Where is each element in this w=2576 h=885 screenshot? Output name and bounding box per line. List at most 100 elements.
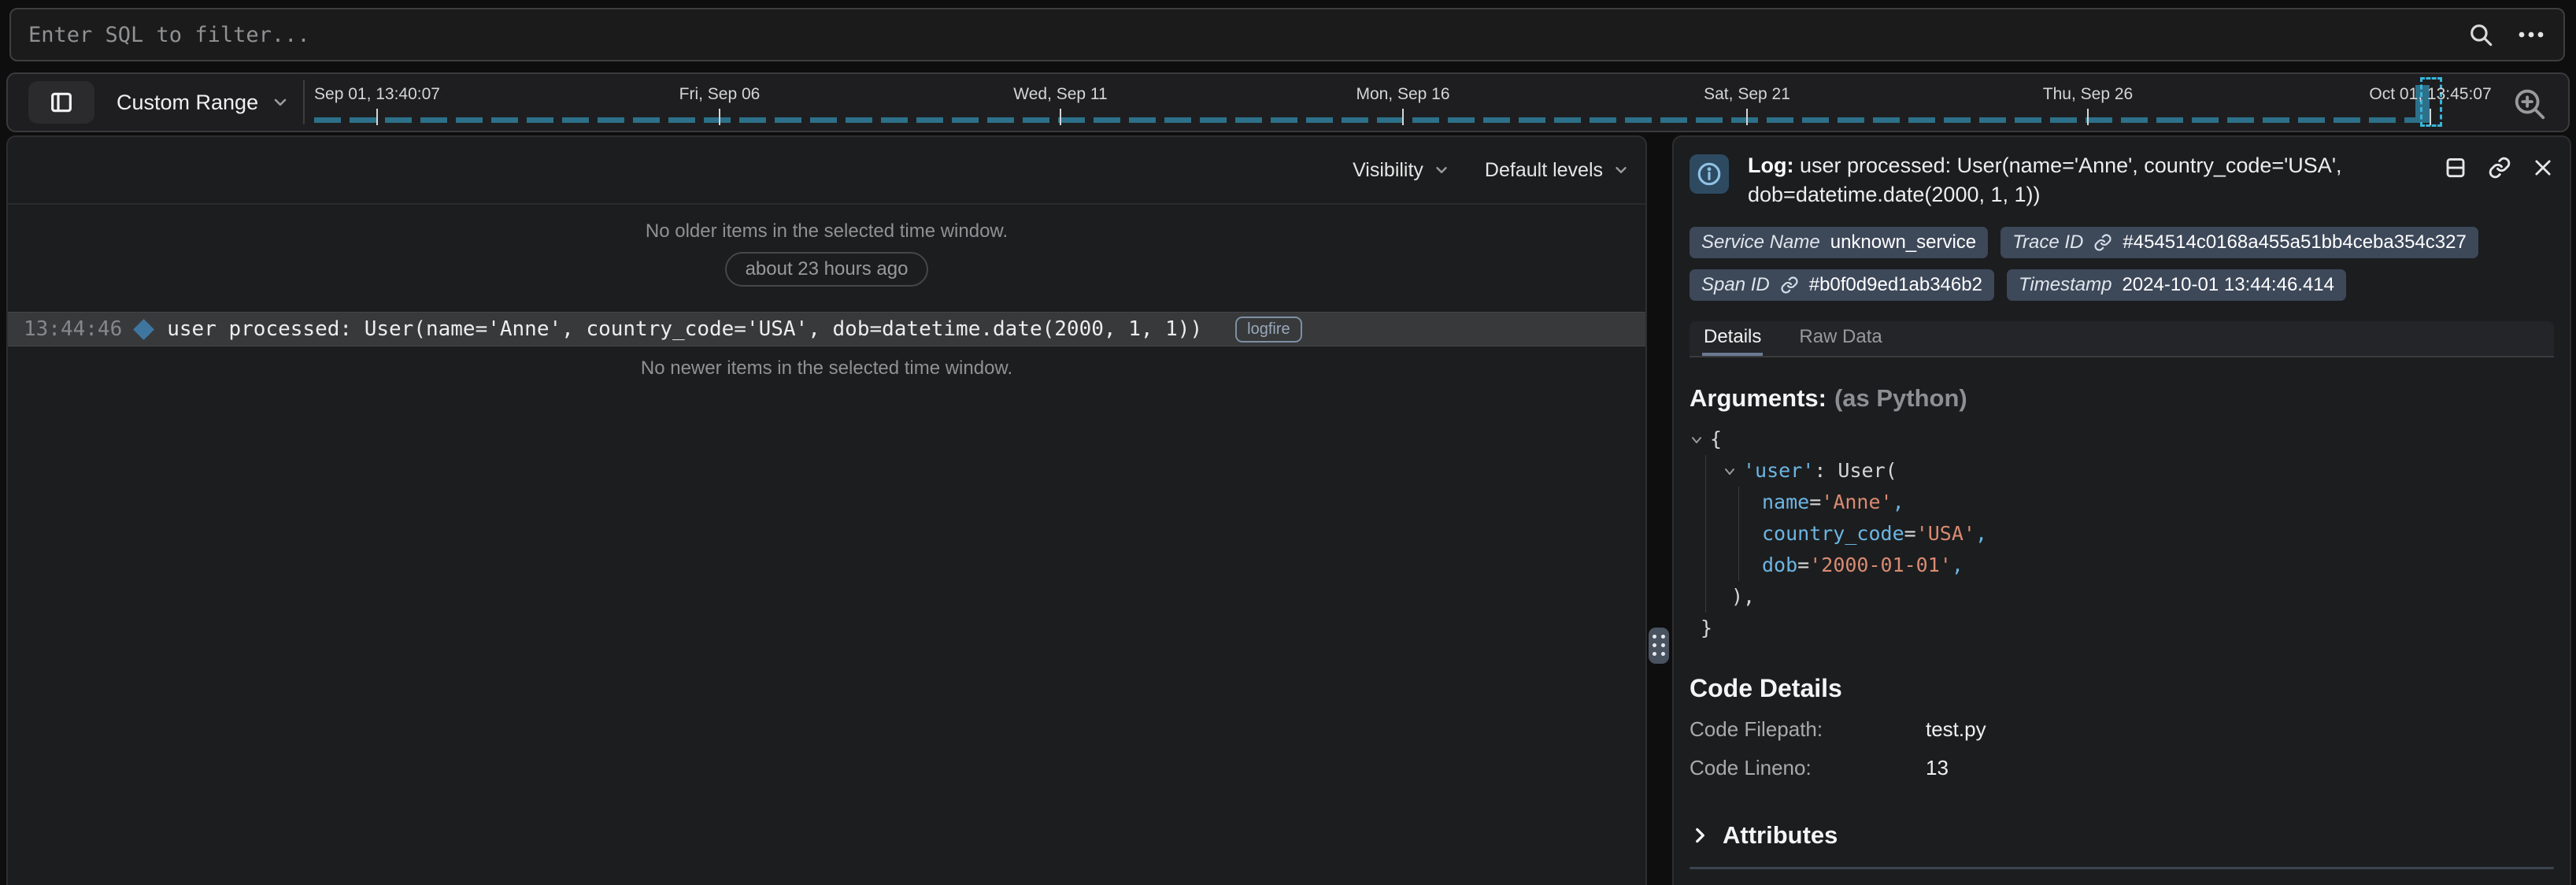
details-title-text: user processed: User(name='Anne', countr… bbox=[1748, 154, 2341, 206]
code-token: User( bbox=[1838, 459, 1897, 482]
timeline-tick-label: Sep 01, 13:40:07 bbox=[314, 85, 440, 104]
code-line: name='Anne', bbox=[1690, 487, 2554, 518]
code-token: } bbox=[1701, 617, 1712, 639]
tab-details[interactable]: Details bbox=[1702, 321, 1763, 356]
timeline-tick-mark bbox=[1060, 109, 1061, 125]
code-token: = bbox=[1904, 522, 1916, 545]
timeline-tick-label: Mon, Sep 16 bbox=[1356, 85, 1449, 104]
time-ago-badge[interactable]: about 23 hours ago bbox=[725, 252, 929, 287]
log-row-tag[interactable]: logfire bbox=[1235, 317, 1301, 343]
code-token: = bbox=[1797, 554, 1809, 576]
info-icon bbox=[1690, 154, 1729, 194]
sql-filter-placeholder: Enter SQL to filter... bbox=[28, 23, 2467, 47]
close-icon[interactable] bbox=[2532, 157, 2554, 179]
tab-raw-data[interactable]: Raw Data bbox=[1797, 321, 1883, 356]
panel-resize-handle[interactable] bbox=[1649, 628, 1669, 664]
code-line: country_code='USA', bbox=[1690, 518, 2554, 550]
no-newer-items-text: No newer items in the selected time wind… bbox=[8, 357, 1645, 380]
chevron-right-icon bbox=[1690, 825, 1710, 846]
code-token: 'USA' bbox=[1916, 522, 1975, 545]
log-list-header: Visibility Default levels bbox=[8, 137, 1645, 205]
code-token: 'Anne' bbox=[1821, 491, 1892, 513]
timeline-tick-mark bbox=[2087, 109, 2089, 125]
timeline-tick-label: Wed, Sep 11 bbox=[1013, 85, 1107, 104]
log-row[interactable]: 13:44:46 user processed: User(name='Anne… bbox=[8, 312, 1645, 346]
code-token: name bbox=[1762, 491, 1809, 513]
timeline-tick-mark bbox=[1746, 109, 1748, 125]
code-token: : bbox=[1814, 459, 1838, 482]
attributes-section-toggle[interactable]: Attributes bbox=[1690, 821, 1838, 850]
code-details-rows: Code Filepath: test.py Code Lineno: 13 bbox=[1690, 717, 2554, 780]
meta-badge-label: Span ID bbox=[1701, 274, 1770, 296]
expand-rows-icon[interactable] bbox=[2444, 156, 2467, 180]
log-level-diamond-icon bbox=[133, 319, 154, 340]
code-token: '2000-01-01' bbox=[1809, 554, 1952, 576]
link-icon bbox=[2093, 233, 2112, 252]
log-list-panel: Visibility Default levels No older items… bbox=[6, 135, 1647, 885]
meta-badge-value: 2024-10-01 13:44:46.414 bbox=[2122, 274, 2334, 296]
code-token: { bbox=[1710, 428, 1722, 450]
arguments-heading-text: Arguments: bbox=[1690, 384, 1827, 412]
code-token: , bbox=[1975, 522, 1987, 545]
meta-badge-label: Trace ID bbox=[2012, 231, 2083, 254]
log-row-time: 13:44:46 bbox=[24, 317, 122, 341]
meta-badge[interactable]: Trace ID #454514c0168a455a51bb4ceba354c3… bbox=[2000, 227, 2478, 258]
arguments-qualifier: (as Python) bbox=[1834, 384, 1967, 412]
code-line: ), bbox=[1690, 581, 2554, 613]
search-icon[interactable] bbox=[2467, 21, 2494, 48]
details-tabs: Details Raw Data bbox=[1690, 321, 2554, 357]
default-levels-dropdown[interactable]: Default levels bbox=[1485, 159, 1630, 182]
code-token: ), bbox=[1731, 585, 1755, 608]
code-line: 'user': User( bbox=[1690, 455, 2554, 487]
meta-badge[interactable]: Span ID #b0f0d9ed1ab346b2 bbox=[1690, 269, 1994, 301]
meta-badge[interactable]: Service Name unknown_service bbox=[1690, 227, 1988, 258]
timeline-tick-label: Thu, Sep 26 bbox=[2043, 85, 2133, 104]
code-token: country_code bbox=[1762, 522, 1904, 545]
permalink-icon[interactable] bbox=[2488, 156, 2511, 180]
timeline-tick-label: Sat, Sep 21 bbox=[1704, 85, 1790, 104]
collapse-toggle-icon[interactable] bbox=[1690, 424, 1710, 456]
code-token: , bbox=[1952, 554, 1963, 576]
link-icon bbox=[1780, 276, 1799, 294]
code-details-heading: Code Details bbox=[1690, 674, 2554, 703]
timeline-axis[interactable]: Sep 01, 13:40:07 Fri, Sep 06 Wed, Sep 11… bbox=[8, 74, 2568, 131]
zoom-in-button[interactable] bbox=[2511, 85, 2549, 123]
meta-badge-label: Timestamp bbox=[2019, 274, 2112, 296]
timeline-tick-mark bbox=[719, 109, 720, 125]
no-older-items-text: No older items in the selected time wind… bbox=[8, 220, 1645, 243]
visibility-dropdown[interactable]: Visibility bbox=[1353, 159, 1450, 182]
code-line: } bbox=[1690, 613, 2554, 644]
section-divider bbox=[1690, 867, 2554, 869]
timeline-tick-mark bbox=[1402, 109, 1404, 125]
timeline-bar: Custom Range Sep 01, 13:40:07 Fri, Sep 0… bbox=[6, 72, 2570, 132]
code-detail-value: 13 bbox=[1926, 756, 1949, 780]
meta-badge-value: #454514c0168a455a51bb4ceba354c327 bbox=[2123, 231, 2466, 254]
code-detail-row: Code Lineno: 13 bbox=[1690, 756, 2554, 780]
timeline-tick-label: Fri, Sep 06 bbox=[679, 85, 761, 104]
collapse-toggle-icon[interactable] bbox=[1723, 456, 1743, 487]
timeline-tick-mark bbox=[376, 109, 378, 125]
code-token: = bbox=[1809, 491, 1821, 513]
code-token: dob bbox=[1762, 554, 1797, 576]
meta-badge-value: unknown_service bbox=[1830, 231, 1976, 254]
code-detail-row: Code Filepath: test.py bbox=[1690, 717, 2554, 742]
code-detail-value: test.py bbox=[1926, 717, 1986, 742]
timeline-histogram-baseline bbox=[314, 117, 2418, 123]
code-token: , bbox=[1893, 491, 1904, 513]
details-header: Log: user processed: User(name='Anne', c… bbox=[1690, 151, 2554, 209]
arguments-heading: Arguments:(as Python) bbox=[1690, 384, 2554, 413]
arguments-code: {'user': User(name='Anne',country_code='… bbox=[1690, 424, 2554, 644]
default-levels-label: Default levels bbox=[1485, 159, 1603, 182]
code-detail-label: Code Filepath: bbox=[1690, 717, 1926, 742]
chevron-down-icon bbox=[1433, 161, 1450, 179]
meta-badge-label: Service Name bbox=[1701, 231, 1820, 254]
log-row-message: user processed: User(name='Anne', countr… bbox=[167, 317, 1202, 341]
code-detail-label: Code Lineno: bbox=[1690, 756, 1926, 780]
timeline-tick-mark bbox=[2430, 109, 2431, 125]
sql-filter-input[interactable]: Enter SQL to filter... bbox=[9, 8, 2565, 61]
meta-badge[interactable]: Timestamp 2024-10-01 13:44:46.414 bbox=[2007, 269, 2346, 301]
more-menu-icon[interactable] bbox=[2516, 21, 2546, 48]
log-details-panel: Log: user processed: User(name='Anne', c… bbox=[1672, 135, 2571, 885]
code-line: dob='2000-01-01', bbox=[1690, 550, 2554, 581]
visibility-label: Visibility bbox=[1353, 159, 1423, 182]
